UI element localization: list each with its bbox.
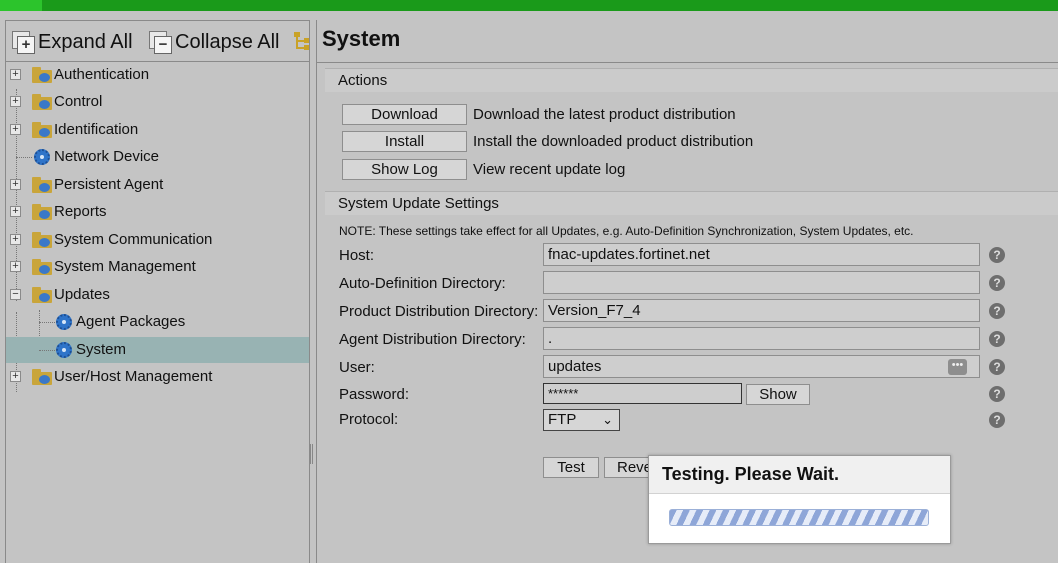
tree-item-label: System <box>76 341 127 358</box>
tree-item-label: Control <box>54 93 103 110</box>
auto-definition-help-icon[interactable]: ? <box>989 275 1005 291</box>
actions-heading: Actions <box>338 72 388 89</box>
tree-item-label: Network Device <box>54 148 160 165</box>
host-label: Host: <box>339 247 375 264</box>
expand-toggle-icon[interactable]: + <box>10 371 21 382</box>
expand-toggle-icon[interactable]: + <box>10 69 21 80</box>
tree-item-label: Identification <box>54 121 139 138</box>
collapse-all-button[interactable]: − Collapse All <box>149 30 280 54</box>
tree-item-system-management[interactable]: + System Management <box>6 254 309 280</box>
product-distribution-directory-label: Product Distribution Directory: <box>339 303 539 320</box>
product-distribution-directory-field[interactable]: Version_F7_4 <box>543 299 980 322</box>
gear-icon <box>56 342 72 358</box>
tree-item-system[interactable]: System <box>6 337 309 363</box>
top-accent-bar <box>0 0 1058 11</box>
tree-item-label: System Communication <box>54 231 213 248</box>
tree-item-authentication[interactable]: + Authentication <box>6 62 309 88</box>
folder-icon <box>32 232 52 248</box>
gear-icon <box>56 314 72 330</box>
protocol-value: FTP <box>548 411 577 428</box>
password-help-icon[interactable]: ? <box>989 386 1005 402</box>
tree-item-label: System Management <box>54 258 196 275</box>
tree-item-user-host-management[interactable]: + User/Host Management <box>6 364 309 390</box>
protocol-select[interactable]: FTP ⌄ <box>543 409 620 431</box>
tree-item-label: User/Host Management <box>54 368 213 385</box>
folder-icon <box>32 287 52 303</box>
settings-note: NOTE: These settings take effect for all… <box>339 224 914 238</box>
protocol-help-icon[interactable]: ? <box>989 412 1005 428</box>
tree-item-label: Reports <box>54 203 107 220</box>
tree-item-reports[interactable]: + Reports <box>6 199 309 225</box>
download-button[interactable]: Download <box>342 104 467 125</box>
folder-icon <box>32 122 52 138</box>
collapse-all-icon: − <box>149 31 172 54</box>
tree-item-label: Persistent Agent <box>54 176 164 193</box>
tree-toolbar: + Expand All − Collapse All <box>6 21 309 62</box>
expand-all-button[interactable]: + Expand All <box>12 30 133 54</box>
tree-item-identification[interactable]: + Identification <box>6 117 309 143</box>
actions-section-header: Actions <box>325 68 1058 92</box>
auto-definition-directory-label: Auto-Definition Directory: <box>339 275 506 292</box>
update-settings-heading: System Update Settings <box>338 195 499 212</box>
expand-toggle-icon[interactable]: + <box>10 96 21 107</box>
agent-distribution-help-icon[interactable]: ? <box>989 331 1005 347</box>
download-description: Download the latest product distribution <box>473 106 736 123</box>
agent-distribution-directory-field[interactable]: . <box>543 327 980 350</box>
tree-item-network-device[interactable]: Network Device <box>6 144 309 170</box>
folder-icon <box>32 67 52 83</box>
expand-toggle-icon[interactable]: + <box>10 206 21 217</box>
folder-icon <box>32 204 52 220</box>
test-button[interactable]: Test <box>543 457 599 478</box>
chevron-down-icon: ⌄ <box>602 412 613 427</box>
install-button[interactable]: Install <box>342 131 467 152</box>
host-help-icon[interactable]: ? <box>989 247 1005 263</box>
tree-view-icon[interactable] <box>294 32 309 52</box>
show-log-description: View recent update log <box>473 161 626 178</box>
progress-bar <box>669 509 929 526</box>
testing-dialog: Testing. Please Wait. <box>648 455 951 544</box>
tree-item-control[interactable]: + Control <box>6 89 309 115</box>
folder-icon <box>32 259 52 275</box>
show-password-button[interactable]: Show <box>746 384 810 405</box>
host-field[interactable]: fnac-updates.fortinet.net <box>543 243 980 266</box>
install-description: Install the downloaded product distribut… <box>473 133 754 150</box>
tree-item-updates[interactable]: − Updates <box>6 282 309 308</box>
navigation-panel: + Expand All − Collapse All + Authentica… <box>5 20 310 563</box>
folder-icon <box>32 177 52 193</box>
user-field[interactable]: updates <box>543 355 980 378</box>
password-label: Password: <box>339 386 410 403</box>
collapse-toggle-icon[interactable]: − <box>10 289 21 300</box>
tree-item-system-communication[interactable]: + System Communication <box>6 227 309 253</box>
panel-splitter-handle[interactable] <box>310 444 314 464</box>
page-title: System <box>322 26 401 51</box>
auto-definition-directory-field[interactable] <box>543 271 980 294</box>
update-settings-section-header: System Update Settings <box>325 191 1058 215</box>
gear-icon <box>34 149 50 165</box>
tree-item-persistent-agent[interactable]: + Persistent Agent <box>6 172 309 198</box>
collapse-all-label: Collapse All <box>175 30 280 53</box>
user-help-icon[interactable]: ? <box>989 359 1005 375</box>
tree-item-agent-packages[interactable]: Agent Packages <box>6 309 309 335</box>
password-field[interactable]: ****** <box>543 383 742 404</box>
expand-toggle-icon[interactable]: + <box>10 124 21 135</box>
folder-icon <box>32 369 52 385</box>
expand-toggle-icon[interactable]: + <box>10 234 21 245</box>
tree-item-label: Agent Packages <box>76 313 186 330</box>
more-options-icon[interactable]: ••• <box>948 359 967 375</box>
expand-all-icon: + <box>12 31 35 54</box>
expand-all-label: Expand All <box>38 30 133 53</box>
product-distribution-help-icon[interactable]: ? <box>989 303 1005 319</box>
dialog-title: Testing. Please Wait. <box>662 464 840 484</box>
agent-distribution-directory-label: Agent Distribution Directory: <box>339 331 526 348</box>
user-label: User: <box>339 359 375 376</box>
tree-item-label: Authentication <box>54 66 150 83</box>
tree-item-label: Updates <box>54 286 110 303</box>
show-log-button[interactable]: Show Log <box>342 159 467 180</box>
protocol-label: Protocol: <box>339 411 399 428</box>
expand-toggle-icon[interactable]: + <box>10 179 21 190</box>
expand-toggle-icon[interactable]: + <box>10 261 21 272</box>
folder-icon <box>32 94 52 110</box>
title-divider <box>317 62 1058 63</box>
